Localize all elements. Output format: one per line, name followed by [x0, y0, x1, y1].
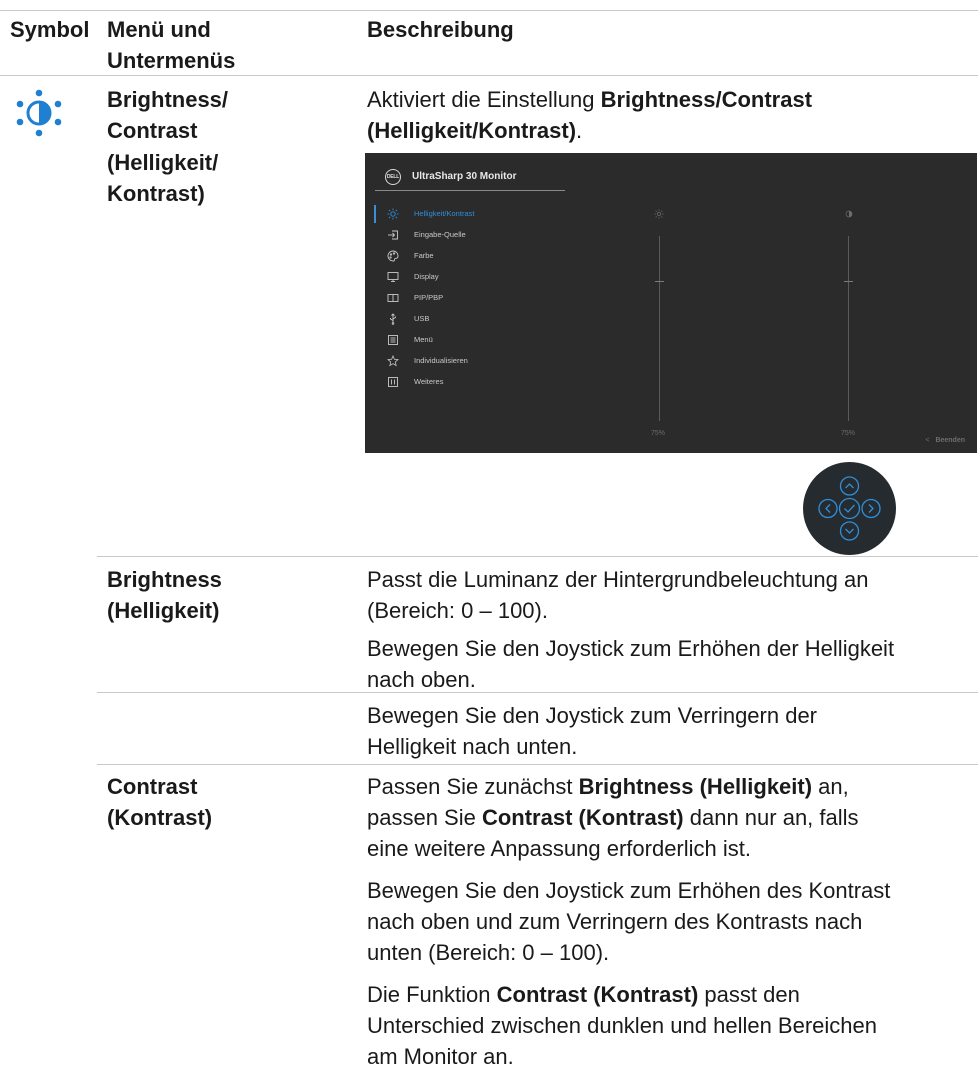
osd-exit-button[interactable]: < Beenden [926, 436, 966, 446]
osd-menu-label: Farbe [414, 251, 434, 260]
contrast-para2-line3: unten (Bereich: 0 – 100). [367, 940, 610, 965]
header-menu-line1: Menü und [107, 17, 211, 42]
menu-brightness-line2: (Helligkeit) [107, 598, 220, 623]
brightness-para1-line2: (Bereich: 0 – 100). [367, 598, 548, 623]
osd-menu-item-input-source[interactable]: Eingabe-Quelle [387, 227, 567, 245]
osd-menu-item-others[interactable]: Weiteres [387, 374, 567, 392]
brightness-contrast-desc-line1: Aktiviert die Einstellung Brightness/Con… [367, 87, 813, 112]
brightness-slider-icon [654, 209, 664, 219]
contrast-para1-line3: eine weitere Anpassung erforderlich ist. [367, 836, 751, 861]
header-menu-line2: Untermenüs [107, 48, 236, 73]
osd-active-indicator [374, 205, 376, 223]
brightness-slider-track[interactable] [659, 236, 660, 421]
osd-menu-label: USB [414, 314, 430, 323]
osd-screenshot: DELL UltraSharp 30 Monitor Helligkeit/Ko… [365, 153, 977, 453]
osd-menu-label: PIP/PBP [414, 293, 444, 302]
contrast-para1-line2: passen Sie Contrast (Kontrast) dann nur … [367, 805, 859, 830]
brightness-value: 75% [651, 430, 666, 437]
joystick-left-button [818, 498, 838, 519]
menu-icon [388, 335, 398, 345]
row-divider-rule [97, 764, 978, 765]
contrast-slider-icon [845, 210, 853, 218]
palette-icon [387, 250, 399, 262]
contrast-para3-line1: Die Funktion Contrast (Kontrast) passt d… [367, 982, 800, 1007]
osd-menu-label: Helligkeit/Kontrast [414, 209, 475, 218]
contrast-slider-track[interactable] [848, 236, 849, 421]
contrast-para2-line2: nach oben und zum Verringern des Kontras… [367, 909, 863, 934]
osd-menu-item-menu[interactable]: Menü [387, 332, 567, 350]
osd-menu-item-brightness-contrast[interactable]: Helligkeit/Kontrast [387, 206, 567, 224]
menu-brightness-contrast-line1: Brightness/ [107, 87, 229, 112]
brightness-para1-line1: Passt die Luminanz der Hintergrundbeleuc… [367, 567, 869, 592]
row-divider-rule [97, 692, 978, 693]
menu-contrast-line1: Contrast [107, 774, 198, 799]
osd-menu-item-personalize[interactable]: Individualisieren [387, 353, 567, 371]
osd-menu-label: Weiteres [414, 377, 444, 386]
star-icon [387, 355, 399, 367]
menu-brightness-contrast-line3: (Helligkeit/ [107, 150, 219, 175]
contrast-para3-line2: Unterschied zwischen dunklen und hellen … [367, 1013, 877, 1038]
brightness-slider-handle[interactable] [655, 281, 664, 282]
contrast-para2-line1: Bewegen Sie den Joystick zum Erhöhen des… [367, 878, 891, 903]
pip-pbp-icon [387, 294, 399, 302]
joystick-down-button [839, 521, 860, 541]
usb-icon [390, 313, 396, 325]
dell-logo-icon: DELL [385, 169, 401, 185]
joystick-right-button [861, 498, 881, 519]
brightness-contrast-icon [12, 86, 66, 140]
osd-title-bar: DELL UltraSharp 30 Monitor [365, 153, 977, 197]
menu-contrast-line2: (Kontrast) [107, 805, 213, 830]
menu-brightness-line1: Brightness [107, 567, 222, 592]
header-symbol: Symbol [10, 17, 90, 42]
menu-brightness-contrast-line4: Kontrast) [107, 181, 205, 206]
menu-brightness-contrast-line2: Contrast [107, 118, 198, 143]
osd-menu-label: Display [414, 272, 439, 281]
joystick-ok-button [838, 497, 861, 520]
row-divider-rule [97, 556, 978, 557]
osd-menu-item-usb[interactable]: USB [387, 311, 567, 329]
others-icon [388, 377, 398, 387]
brightness-para3-line2: Helligkeit nach unten. [367, 734, 578, 759]
osd-menu-label: Menü [414, 335, 433, 344]
table-top-rule [0, 10, 978, 11]
brightness-para3-line1: Bewegen Sie den Joystick zum Verringern … [367, 703, 818, 728]
brightness-contrast-desc-line2: (Helligkeit/Kontrast). [367, 118, 583, 143]
osd-menu-item-color[interactable]: Farbe [387, 248, 567, 266]
osd-title-underline [375, 190, 565, 191]
osd-title: UltraSharp 30 Monitor [412, 171, 517, 182]
chevron-left-icon: < [925, 437, 930, 444]
osd-menu-label: Individualisieren [414, 356, 468, 365]
brightness-para2-line2: nach oben. [367, 667, 476, 692]
contrast-slider-handle[interactable] [844, 281, 853, 282]
osd-menu-label: Eingabe-Quelle [414, 230, 466, 239]
contrast-para3-line3: am Monitor an. [367, 1044, 514, 1069]
osd-exit-label: Beenden [935, 437, 965, 444]
osd-menu-item-pip-pbp[interactable]: PIP/PBP [387, 290, 567, 308]
header-description: Beschreibung [367, 17, 514, 42]
sun-icon [387, 208, 399, 220]
monitor-icon [387, 272, 399, 282]
joystick-icon [803, 462, 896, 555]
joystick-up-button [839, 476, 860, 496]
osd-menu-item-display[interactable]: Display [387, 269, 567, 287]
brightness-para2-line1: Bewegen Sie den Joystick zum Erhöhen der… [367, 636, 895, 661]
input-source-icon [388, 230, 398, 240]
contrast-para1-line1: Passen Sie zunächst Brightness (Helligke… [367, 774, 849, 799]
contrast-value: 75% [841, 430, 856, 437]
